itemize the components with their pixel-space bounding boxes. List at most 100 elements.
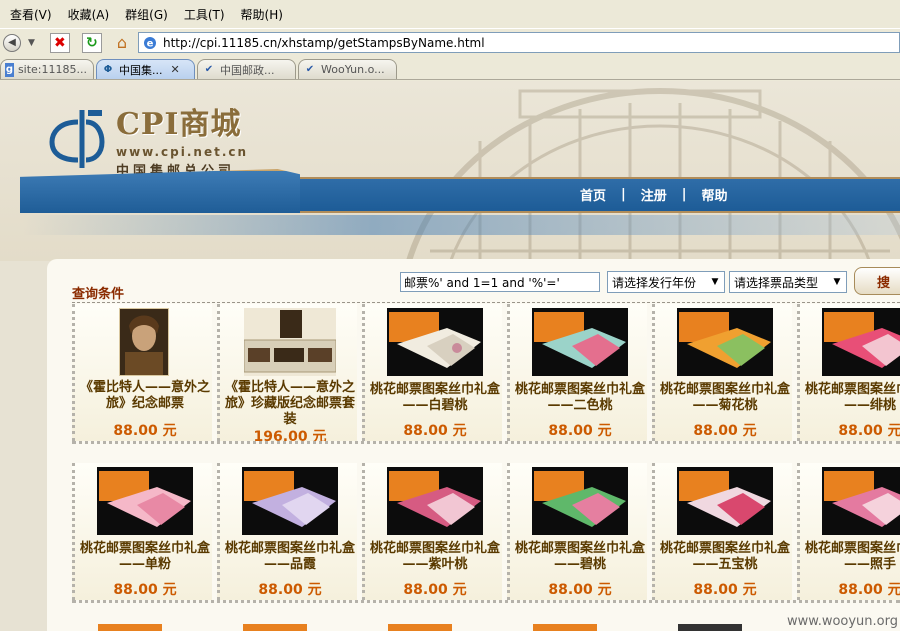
product-price: 88.00 元 [548,582,612,598]
google-icon: g [5,62,14,77]
home-button[interactable]: ⌂ [111,32,133,54]
svg-text:e: e [147,38,154,49]
stop-button[interactable]: ✖ [49,32,71,54]
product-price: 88.00 元 [403,423,467,439]
product-name[interactable]: 桃花邮票图案丝巾礼盒——品霞 [222,541,358,573]
product-image-partial [388,624,452,631]
product-name[interactable]: 桃花邮票图案丝巾礼盒——绯桃 [802,382,900,414]
menu-bar: 查看(V) 收藏(A) 群组(G) 工具(T) 帮助(H) [0,0,900,29]
product-card[interactable]: 桃花邮票图案丝巾礼盒——品霞 88.00 元 [217,463,357,600]
product-card[interactable]: 《霍比特人——意外之旅》珍藏版纪念邮票套装 196.00 元 [217,304,358,445]
product-image[interactable] [387,467,483,535]
product-card[interactable]: 《霍比特人——意外之旅》纪念邮票 88.00 元 [72,304,212,441]
scarf-box-image [677,308,773,376]
chevron-down-icon: ▼ [711,277,719,287]
product-name[interactable]: 桃花邮票图案丝巾礼盒——菊花桃 [657,382,793,414]
product-image[interactable] [677,308,773,376]
scarf-box-image [242,467,338,535]
back-icon: ◀ [3,33,21,52]
product-name[interactable]: 桃花邮票图案丝巾礼盒——照手 [802,541,900,573]
history-dropdown-icon[interactable]: ▼ [28,38,35,48]
product-card[interactable]: 桃花邮票图案丝巾礼盒——菊花桃 88.00 元 [652,304,792,441]
tab-chinapost[interactable]: ✔ 中国邮政... [197,59,296,79]
nav-register[interactable]: 注册 [641,185,667,204]
tab-label: 中国邮政... [220,63,275,77]
watermark: www.wooyun.org [786,614,898,629]
toolbar: ◀ ▼ ✖ ↻ ⌂ e http://cpi.11185.cn/xhstamp/… [0,29,900,56]
product-card[interactable]: 桃花邮票图案丝巾礼盒——碧桃 88.00 元 [507,463,647,600]
product-image-partial [243,624,307,631]
product-image[interactable] [119,308,169,376]
scarf-box-image [532,308,628,376]
product-name[interactable]: 桃花邮票图案丝巾礼盒——碧桃 [512,541,648,573]
product-price: 88.00 元 [838,582,900,598]
scarf-box-image [532,467,628,535]
site-logo[interactable]: CPI商城 www.cpi.net.cn 中国集邮总公司 [48,99,248,179]
logo-title: CPI商城 [116,107,242,142]
nav-home[interactable]: 首页 [580,185,606,204]
address-url[interactable]: http://cpi.11185.cn/xhstamp/getStampsByN… [163,36,485,50]
nav-separator: | [621,187,626,202]
product-name[interactable]: 桃花邮票图案丝巾礼盒——五宝桃 [657,541,793,573]
year-select[interactable]: 请选择发行年份 ▼ [607,271,725,293]
product-image[interactable] [244,308,336,376]
product-image[interactable] [97,467,193,535]
tab-cpi[interactable]: Φ 中国集... ✕ [96,59,195,79]
product-image[interactable] [822,467,900,535]
year-select-value: 请选择发行年份 [612,275,697,290]
menu-favorites[interactable]: 收藏(A) [68,6,110,23]
search-button[interactable]: 搜 [854,267,900,295]
menu-view[interactable]: 查看(V) [10,6,52,23]
logo-url: www.cpi.net.cn [116,145,249,159]
product-name[interactable]: 桃花邮票图案丝巾礼盒——单粉 [77,541,213,573]
product-image[interactable] [532,308,628,376]
product-image-partial [98,624,162,631]
hobbit-set-image [244,308,336,376]
nav-help[interactable]: 帮助 [702,185,728,204]
product-name[interactable]: 《霍比特人——意外之旅》珍藏版纪念邮票套装 [222,380,358,428]
address-bar[interactable]: e http://cpi.11185.cn/xhstamp/getStampsB… [138,32,900,53]
scarf-box-image [97,467,193,535]
product-name[interactable]: 桃花邮票图案丝巾礼盒——紫叶桃 [367,541,503,573]
product-card[interactable]: 桃花邮票图案丝巾礼盒——照手 88.00 元 [797,463,900,600]
back-button[interactable]: ◀ [3,32,26,54]
tab-wooyun[interactable]: ✔ WooYun.o... [298,59,397,79]
product-name[interactable]: 桃花邮票图案丝巾礼盒——二色桃 [512,382,648,414]
product-card[interactable]: 桃花邮票图案丝巾礼盒——二色桃 88.00 元 [507,304,647,441]
refresh-button[interactable]: ↻ [81,32,103,54]
product-name[interactable]: 《霍比特人——意外之旅》纪念邮票 [77,380,213,412]
product-card[interactable]: 桃花邮票图案丝巾礼盒——五宝桃 88.00 元 [652,463,792,600]
product-image[interactable] [822,308,900,376]
tab-label: WooYun.o... [321,63,385,76]
hobbit-stamp-image [119,308,169,376]
tab-strip: g site:11185... Φ 中国集... ✕ ✔ 中国邮政... ✔ W… [0,56,900,80]
product-card[interactable]: 桃花邮票图案丝巾礼盒——紫叶桃 88.00 元 [362,463,502,600]
search-button-label: 搜 [877,275,891,291]
product-card[interactable]: 桃花邮票图案丝巾礼盒——绯桃 88.00 元 [797,304,900,441]
menu-tools[interactable]: 工具(T) [184,6,225,23]
product-image-partial [678,624,742,631]
check-icon: ✔ [204,64,214,75]
product-price: 88.00 元 [838,423,900,439]
query-divider [72,302,900,303]
product-image[interactable] [532,467,628,535]
menu-help[interactable]: 帮助(H) [241,6,283,23]
menu-groups[interactable]: 群组(G) [125,6,168,23]
search-input[interactable] [400,272,600,292]
stop-icon: ✖ [49,32,70,53]
product-name[interactable]: 桃花邮票图案丝巾礼盒——白碧桃 [367,382,503,414]
product-image[interactable] [242,467,338,535]
close-tab-icon[interactable]: ✕ [171,63,180,76]
chevron-down-icon: ▼ [833,277,841,287]
product-image[interactable] [387,308,483,376]
tab-google[interactable]: g site:11185... [0,59,94,79]
product-card[interactable]: 桃花邮票图案丝巾礼盒——单粉 88.00 元 [72,463,212,600]
product-image[interactable] [677,467,773,535]
scarf-box-image [387,308,483,376]
product-price: 88.00 元 [403,582,467,598]
cpi-icon: Φ [103,64,113,75]
tab-label: site:11185... [17,63,87,76]
product-card[interactable]: 桃花邮票图案丝巾礼盒——白碧桃 88.00 元 [362,304,502,441]
query-label: 查询条件 [72,287,125,302]
type-select[interactable]: 请选择票品类型 ▼ [729,271,847,293]
